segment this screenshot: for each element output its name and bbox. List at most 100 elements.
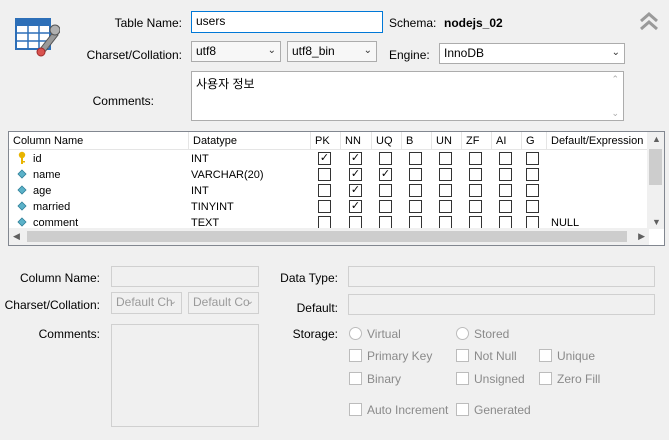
nn-checkbox[interactable]: ✓ bbox=[349, 168, 362, 181]
datatype-cell[interactable]: TINYINT bbox=[191, 199, 309, 215]
not-null-checkbox[interactable] bbox=[456, 349, 469, 362]
detail-collation-select[interactable]: Default Co ⌄ bbox=[188, 292, 259, 314]
uq-checkbox[interactable]: ✓ bbox=[379, 168, 392, 181]
binary-checkbox[interactable] bbox=[349, 372, 362, 385]
default-label: Default: bbox=[296, 301, 338, 315]
column-name-cell[interactable]: id bbox=[33, 151, 183, 167]
zf-checkbox[interactable] bbox=[469, 200, 482, 213]
uq-checkbox[interactable] bbox=[379, 152, 392, 165]
columns-grid[interactable]: Column Name Datatype PK NN UQ B UN ZF AI… bbox=[8, 131, 665, 246]
detail-comments-textarea[interactable] bbox=[111, 324, 259, 427]
engine-select[interactable]: InnoDB ⌄ bbox=[439, 43, 625, 64]
datatype-cell[interactable]: INT bbox=[191, 151, 309, 167]
zero-fill-label: Zero Fill bbox=[557, 372, 601, 386]
ai-checkbox[interactable] bbox=[499, 200, 512, 213]
engine-value: InnoDB bbox=[444, 46, 485, 60]
scroll-left-icon[interactable]: ◀ bbox=[13, 231, 20, 242]
b-checkbox[interactable] bbox=[409, 200, 422, 213]
table-wrench-icon bbox=[14, 15, 61, 59]
col-header-pk[interactable]: PK bbox=[311, 132, 341, 150]
default-cell[interactable] bbox=[551, 183, 647, 199]
charset-select[interactable]: utf8 ⌄ bbox=[191, 41, 281, 62]
column-name-input[interactable] bbox=[111, 266, 259, 287]
nn-checkbox[interactable]: ✓ bbox=[349, 152, 362, 165]
pk-checkbox[interactable] bbox=[318, 168, 331, 181]
table-name-input[interactable]: users bbox=[191, 11, 383, 33]
un-checkbox[interactable] bbox=[439, 168, 452, 181]
ai-checkbox[interactable] bbox=[499, 184, 512, 197]
primary-key-icon bbox=[17, 151, 29, 167]
scroll-up-icon[interactable]: ⌃ bbox=[611, 74, 619, 85]
nn-checkbox[interactable]: ✓ bbox=[349, 200, 362, 213]
pk-checkbox[interactable] bbox=[318, 200, 331, 213]
comments-textarea[interactable]: 사용자 정보 ⌃ ⌄ bbox=[191, 71, 624, 121]
scroll-right-icon[interactable]: ▶ bbox=[638, 231, 645, 242]
b-checkbox[interactable] bbox=[409, 152, 422, 165]
g-checkbox[interactable] bbox=[526, 168, 539, 181]
virtual-radio[interactable] bbox=[349, 327, 362, 340]
col-header-name[interactable]: Column Name bbox=[9, 132, 189, 150]
col-header-zf[interactable]: ZF bbox=[462, 132, 492, 150]
stored-radio[interactable] bbox=[456, 327, 469, 340]
column-name-cell[interactable]: married bbox=[33, 199, 183, 215]
unsigned-checkbox[interactable] bbox=[456, 372, 469, 385]
table-row[interactable]: name VARCHAR(20) ✓ ✓ bbox=[9, 167, 649, 183]
zero-fill-checkbox[interactable] bbox=[539, 372, 552, 385]
col-header-un[interactable]: UN bbox=[432, 132, 462, 150]
default-cell[interactable] bbox=[551, 151, 647, 167]
horizontal-scrollbar[interactable]: ◀ ▶ bbox=[9, 228, 649, 245]
storage-label: Storage: bbox=[292, 327, 338, 341]
scroll-down-icon[interactable]: ⌄ bbox=[611, 108, 619, 119]
col-header-default[interactable]: Default/Expression bbox=[547, 132, 649, 150]
scroll-up-icon[interactable]: ▲ bbox=[652, 134, 661, 144]
column-name-cell[interactable]: name bbox=[33, 167, 183, 183]
pk-checkbox[interactable]: ✓ bbox=[318, 152, 331, 165]
generated-checkbox[interactable] bbox=[456, 403, 469, 416]
datatype-input[interactable] bbox=[348, 266, 655, 287]
collation-select[interactable]: utf8_bin ⌄ bbox=[287, 41, 377, 62]
charset-collation-label: Charset/Collation: bbox=[86, 48, 182, 62]
col-header-nn[interactable]: NN bbox=[341, 132, 372, 150]
zf-checkbox[interactable] bbox=[469, 184, 482, 197]
table-row[interactable]: age INT ✓ bbox=[9, 183, 649, 199]
col-header-g[interactable]: G bbox=[522, 132, 547, 150]
ai-checkbox[interactable] bbox=[499, 168, 512, 181]
uq-checkbox[interactable] bbox=[379, 184, 392, 197]
zf-checkbox[interactable] bbox=[469, 168, 482, 181]
default-cell[interactable] bbox=[551, 199, 647, 215]
nn-checkbox[interactable]: ✓ bbox=[349, 184, 362, 197]
col-header-uq[interactable]: UQ bbox=[372, 132, 402, 150]
un-checkbox[interactable] bbox=[439, 200, 452, 213]
chevron-down-icon: ⌄ bbox=[611, 47, 620, 58]
table-row[interactable]: id INT ✓ ✓ bbox=[9, 151, 649, 167]
pk-checkbox[interactable] bbox=[318, 184, 331, 197]
b-checkbox[interactable] bbox=[409, 168, 422, 181]
b-checkbox[interactable] bbox=[409, 184, 422, 197]
double-chevron-up-icon[interactable] bbox=[638, 10, 660, 32]
col-header-ai[interactable]: AI bbox=[492, 132, 522, 150]
primary-key-checkbox[interactable] bbox=[349, 349, 362, 362]
un-checkbox[interactable] bbox=[439, 184, 452, 197]
zf-checkbox[interactable] bbox=[469, 152, 482, 165]
vertical-scrollbar[interactable]: ▲ ▼ bbox=[647, 132, 664, 229]
scroll-thumb[interactable] bbox=[649, 149, 662, 185]
scroll-down-icon[interactable]: ▼ bbox=[652, 217, 661, 227]
g-checkbox[interactable] bbox=[526, 184, 539, 197]
unique-checkbox[interactable] bbox=[539, 349, 552, 362]
auto-increment-checkbox[interactable] bbox=[349, 403, 362, 416]
default-cell[interactable] bbox=[551, 167, 647, 183]
uq-checkbox[interactable] bbox=[379, 200, 392, 213]
g-checkbox[interactable] bbox=[526, 152, 539, 165]
datatype-cell[interactable]: VARCHAR(20) bbox=[191, 167, 309, 183]
table-row[interactable]: married TINYINT ✓ bbox=[9, 199, 649, 215]
un-checkbox[interactable] bbox=[439, 152, 452, 165]
detail-charset-select[interactable]: Default Ch ⌄ bbox=[111, 292, 182, 314]
col-header-b[interactable]: B bbox=[402, 132, 432, 150]
column-name-cell[interactable]: age bbox=[33, 183, 183, 199]
col-header-datatype[interactable]: Datatype bbox=[189, 132, 311, 150]
scroll-thumb[interactable] bbox=[27, 231, 627, 242]
g-checkbox[interactable] bbox=[526, 200, 539, 213]
default-input[interactable] bbox=[348, 294, 655, 315]
datatype-cell[interactable]: INT bbox=[191, 183, 309, 199]
ai-checkbox[interactable] bbox=[499, 152, 512, 165]
